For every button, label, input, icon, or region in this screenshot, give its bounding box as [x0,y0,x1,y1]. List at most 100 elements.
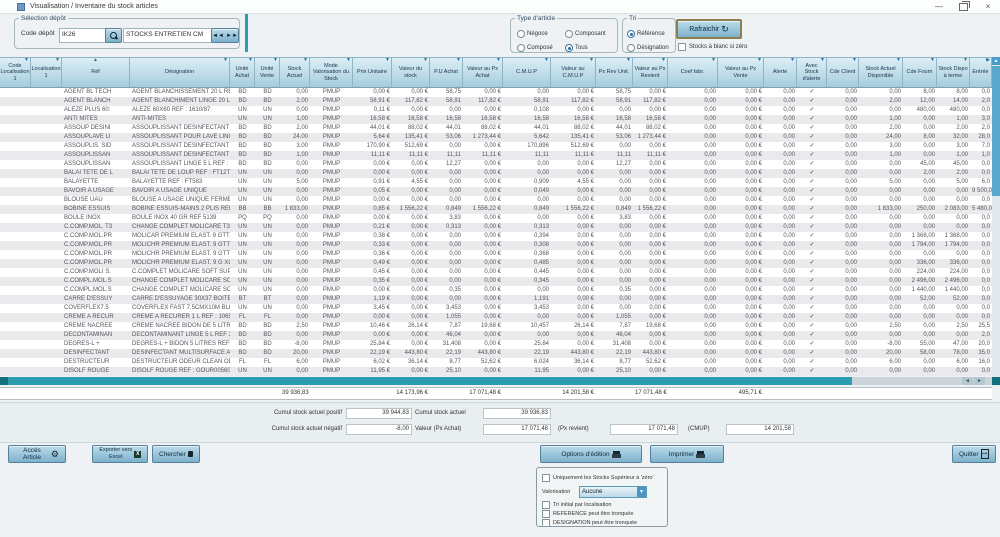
filter-icon[interactable]: ▼ [346,58,351,63]
filter-icon[interactable]: ▼ [589,58,594,63]
designation-tronquee-checkbox[interactable]: DESIGNATION peut être tronquée [542,519,637,527]
column-header[interactable]: ▼Stock Actuel Disponible [859,57,903,88]
table-row[interactable]: ASSOUPLISSANASSOUPLISSANT LINGE 5 L REF … [0,160,992,169]
table-row[interactable]: DEGRES-L +DEGRES-L + BIDON 5 LITRES REFB… [0,340,992,349]
more-columns-icon[interactable]: ▶ [986,58,990,63]
filter-icon[interactable]: ▼ [55,58,60,63]
table-row[interactable]: BOBINE ESSUISBOBINE ESSUIS-MAINS 2 PLIS … [0,205,992,214]
filter-icon[interactable]: ▼ [496,58,501,63]
column-header[interactable]: ▼Cde Fourn [903,57,937,88]
export-excel-button[interactable]: Exporter vers ExcelX [92,445,148,463]
radio-reference[interactable]: Référence [627,30,665,38]
column-header[interactable]: ▼Mode Valorisation du Stock [310,57,353,88]
table-row[interactable]: ASSOUPLISSANASSOUPLISSANT DESINFECTANT A… [0,151,992,160]
table-row[interactable]: ALEZE PLUS 60:ALEZE 60X60 REF : 1610/87U… [0,106,992,115]
column-header[interactable]: ▼Px Rev Unit. [596,57,633,88]
column-header[interactable]: ▼Valeur au Px Achat [463,57,503,88]
table-row[interactable]: CREME NACREECREME NACREE BIDON DE 5 LITR… [0,322,992,331]
table-row[interactable]: CARRE D'ESSUYCARRE D'ESSUYAGE 30X37 BOIT… [0,295,992,304]
column-header[interactable]: ▼P.U Achat [430,57,463,88]
radio-negoce[interactable]: Négoce [517,30,548,38]
table-row[interactable]: BALAI TETE DE LBALAI TETE DE LOUP REF : … [0,169,992,178]
filter-icon[interactable]: ▼ [930,58,935,63]
search-button[interactable]: Chercher [152,445,200,463]
table-row[interactable]: DESINFECTANTDESINFECTANT MULTISURFACE AC… [0,349,992,358]
column-header[interactable]: ▼C.M.U.P [503,57,551,88]
access-article-button[interactable]: Accès Article⚙ [8,445,66,463]
vertical-scrollbar[interactable]: ▲ [992,57,1000,386]
sort-asc-icon[interactable]: ▲ [93,58,98,63]
column-header[interactable]: ▼Code Localisation 1 [0,57,31,88]
filter-icon[interactable]: ▼ [248,58,253,63]
table-row[interactable]: C.COMPL.MOL.SCHANGE COMPLET MOLICARE SOF… [0,286,992,295]
filter-icon[interactable]: ▼ [757,58,762,63]
scroll-home-button[interactable] [0,377,8,385]
filter-icon[interactable]: ▼ [963,58,968,63]
prev-icon[interactable]: ◄◄ [212,33,224,39]
horizontal-scrollbar[interactable]: ◄ ► [0,377,1000,385]
table-row[interactable]: C.COMP.MOL.PRMOLICAR PREMIUM ELAST. 9 GT… [0,232,992,241]
filter-icon[interactable]: ▼ [896,58,901,63]
table-row[interactable]: ANTI MITESANTI-MITESUNUN1,00PMUP16,58 €1… [0,115,992,124]
table-row[interactable]: C.COMPL.MOL.SCHANGE COMPLET MOLICARE SOF… [0,277,992,286]
options-edition-button[interactable]: Options d'édition [540,445,642,463]
column-header[interactable]: ▼Avec Stock d'alerte [797,57,827,88]
table-row[interactable]: ASSOUP DESINIASSOUPLISSANT DESINFECTANT … [0,124,992,133]
column-header[interactable]: ▼Coef fabr. [668,57,718,88]
column-header[interactable]: ▼Prix Unitaire [353,57,392,88]
depot-nav-buttons[interactable]: ◄◄►► [211,28,239,43]
table-row[interactable]: C.COMP.MOL. T3CHANGE COMPLET MOLICARE T3… [0,223,992,232]
table-row[interactable]: COVERFLEX7.5COVERFLEX FAST 7.5CMX10M BLE… [0,304,992,313]
radio-designation[interactable]: Désignation [627,44,669,52]
table-row[interactable]: ASSOUPLAVE LIASSOUPLISSANT POUR LAVE LIN… [0,133,992,142]
table-row[interactable]: BALAYETTEBALAYETTE REF : FT583UNUN5,00PM… [0,178,992,187]
filter-icon[interactable]: ▼ [273,58,278,63]
table-row[interactable]: C.COMP.MOL.PRMOLICHR PREMIUM ELAST. 9 G … [0,259,992,268]
column-header[interactable]: ▼Stock Actuel [280,57,310,88]
refresh-button[interactable]: Rafraichir↻ [676,19,742,39]
blank-zero-checkbox[interactable]: Stocks à blanc si zéro [678,43,747,51]
table-row[interactable]: BAVOIR A USAGEBAVOIR A USAGE UNIQUEUNUN0… [0,187,992,196]
minimize-button[interactable]: — [933,0,945,13]
table-row[interactable]: DECONTAMINANDECONTAMINANT LINGE 5 L REF … [0,331,992,340]
table-row[interactable]: BOULE INOXBOULE INOX 40 GR REF 5139PQPQ0… [0,214,992,223]
table-row[interactable]: AGENT BLANCHAGENT BLANCHIMENT LINGE 20 L… [0,97,992,106]
table-row[interactable]: BLOUSE UAUBLOUSE A USAGE UNIQUE FERMETUN… [0,196,992,205]
column-header[interactable]: ▼Alerte [764,57,797,88]
reference-tronquee-checkbox[interactable]: REFERENCE peut être tronquée [542,510,633,518]
sup-zero-checkbox[interactable]: Uniquement les Stocks Supérieur à 'zéro' [542,474,654,482]
column-header[interactable]: ▼Cde Client [827,57,859,88]
filter-icon[interactable]: ▼ [423,58,428,63]
print-button[interactable]: Imprimer [650,445,724,463]
column-header[interactable]: ▼Localisation 1 [31,57,62,88]
filter-icon[interactable]: ▼ [24,58,29,63]
horizontal-scroll-thumb[interactable] [8,377,852,385]
quit-button[interactable]: Quitter↦ [952,445,996,463]
scroll-left-icon[interactable]: ◄ [962,377,973,385]
filter-icon[interactable]: ▼ [303,58,308,63]
column-header[interactable]: ▼Stock Dispo à terme [937,57,970,88]
filter-icon[interactable]: ▼ [385,58,390,63]
filter-icon[interactable]: ▼ [790,58,795,63]
depot-search-button[interactable] [105,28,122,43]
filter-icon[interactable]: ▼ [456,58,461,63]
table-row[interactable]: DISOLF ROUGEDISOLF ROUGE REF : GOUR00560… [0,367,992,376]
filter-icon[interactable]: ▼ [852,58,857,63]
table-row[interactable]: DESTRUCTEURDESTRUCTEUR ODEUR CLEAN ODFLF… [0,358,992,367]
tri-localisation-checkbox[interactable]: Tri initial par localisation [542,501,612,509]
next-icon[interactable]: ►► [226,33,238,39]
table-row[interactable]: ASSOUPLIS. SIDASSOUPLISSANT DESINFECTANT… [0,142,992,151]
table-row[interactable]: CREME A RECURCREME A RECURER 1 L REF : 1… [0,313,992,322]
scroll-right-icon[interactable]: ► [974,377,985,385]
filter-icon[interactable]: ▼ [544,58,549,63]
column-header[interactable]: ▼Valeur du stock [392,57,430,88]
table-row[interactable]: AGENT BL TECHAGENT BLANCHISSEMENT 20 L R… [0,88,992,97]
filter-icon[interactable]: ▼ [661,58,666,63]
restore-button[interactable] [959,3,968,11]
column-header[interactable]: ▲Réf [62,57,130,88]
table-row[interactable]: C.COMP.MOLI S.C.COMPLET MOLICARE SOFT SU… [0,268,992,277]
filter-icon[interactable]: ▼ [626,58,631,63]
depot-code-input[interactable]: IK26 [59,28,107,43]
table-row[interactable]: C.COMP.MOL.PRMOLICHR PREMIUM ELAST. 9 GT… [0,250,992,259]
radio-compose[interactable]: Composé [517,44,553,52]
